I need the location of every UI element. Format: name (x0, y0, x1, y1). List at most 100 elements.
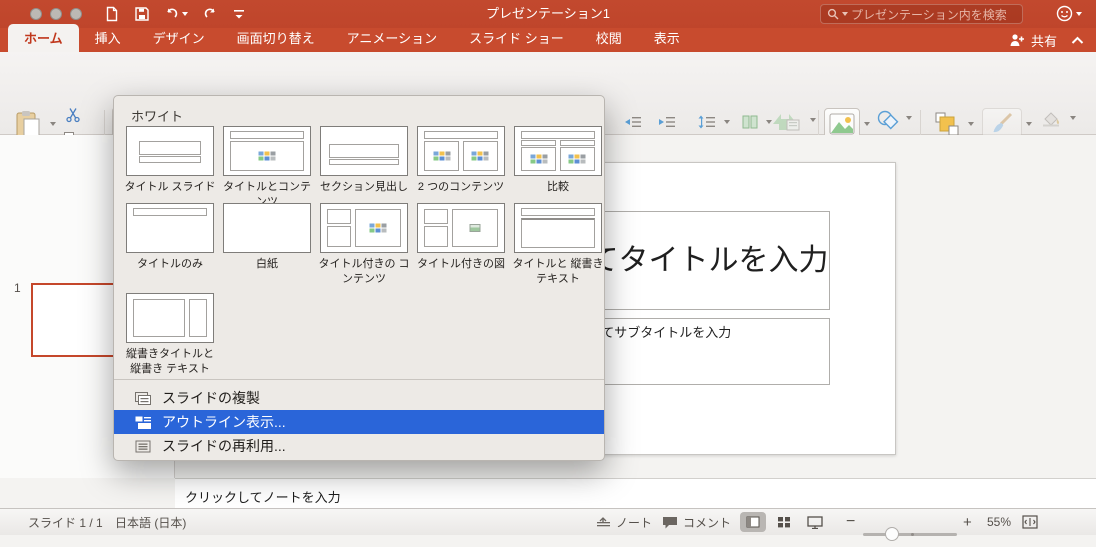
share-label: 共有 (1030, 33, 1057, 49)
menu-item-duplicate-slide[interactable]: スライドの複製 (114, 386, 604, 410)
fill-bucket-icon (1043, 112, 1059, 127)
picture-placeholder-icon (469, 223, 481, 232)
tab-label: 表示 (653, 31, 680, 46)
paste-dropdown-arrow[interactable] (50, 122, 56, 126)
quick-styles-brush-icon (993, 112, 1013, 133)
slideshow-view-button[interactable] (802, 512, 828, 532)
search-scope-arrow[interactable] (842, 12, 848, 16)
scissors-icon (66, 108, 80, 123)
save-icon[interactable] (134, 6, 150, 22)
columns-button[interactable] (736, 110, 764, 134)
zoom-out-button[interactable]: − (846, 509, 855, 535)
arrange-dropdown-arrow[interactable] (968, 122, 974, 126)
zoom-window-button[interactable] (70, 8, 82, 20)
notes-placeholder: クリックしてノートを入力 (185, 490, 341, 505)
menu-item-reuse-slides[interactable]: スライドの再利用... (114, 434, 604, 458)
collapse-ribbon-icon[interactable] (1071, 36, 1084, 45)
layout-label: 比較 (547, 181, 569, 193)
tab-transitions[interactable]: 画面切り替え (221, 24, 331, 52)
layout-option-blank[interactable]: 白紙 (219, 203, 315, 272)
status-bar: スライド 1 / 1 日本語 (日本) ノート コメント − + 55% (0, 508, 1096, 541)
tab-home[interactable]: ホーム (8, 24, 79, 52)
zoom-level[interactable]: 55% (987, 509, 1011, 535)
layout-option-title-and-content[interactable]: タイトルとコンテンツ (219, 126, 315, 210)
outline-view-icon (135, 416, 151, 429)
shape-fill-dropdown-arrow[interactable] (1070, 116, 1076, 120)
shapes-button[interactable] (872, 107, 904, 133)
zoom-in-button[interactable]: + (963, 509, 972, 535)
layout-preview (223, 203, 311, 253)
notes-toggle[interactable]: ノート (596, 509, 652, 535)
increase-indent-button[interactable] (652, 110, 682, 134)
layout-label: タイトル付きの図 (417, 258, 505, 270)
layout-label: タイトル スライド (124, 181, 216, 193)
line-spacing-icon (698, 115, 715, 129)
notes-pane[interactable]: クリックしてノートを入力 (175, 478, 1096, 508)
layout-option-content-with-caption[interactable]: タイトル付きの コンテンツ (316, 203, 412, 287)
content-placeholder-icons (433, 151, 451, 161)
search-field[interactable]: プレゼンテーション内を検索 (820, 4, 1023, 24)
decrease-indent-icon (625, 117, 641, 127)
layout-option-two-content[interactable]: 2 つのコンテンツ (413, 126, 509, 195)
normal-view-button[interactable] (740, 512, 766, 532)
layout-option-picture-with-caption[interactable]: タイトル付きの図 (413, 203, 509, 272)
tab-insert[interactable]: 挿入 (79, 24, 137, 52)
undo-dropdown-arrow[interactable] (182, 12, 188, 16)
smartart-icon (773, 114, 800, 131)
slide-sorter-view-button[interactable] (771, 512, 797, 532)
tab-label: スライド ショー (469, 31, 564, 46)
zoom-slider[interactable] (863, 526, 957, 541)
layout-option-section-header[interactable]: セクション見出し (316, 126, 412, 195)
layout-preview (320, 203, 408, 253)
share-button[interactable]: 共有 (1009, 31, 1057, 50)
layout-option-title-vertical-text[interactable]: タイトルと 縦書きテキスト (510, 203, 606, 287)
tab-view[interactable]: 表示 (638, 24, 696, 52)
tab-design[interactable]: デザイン (137, 24, 221, 52)
tab-label: 挿入 (94, 31, 121, 46)
shapes-dropdown-arrow[interactable] (906, 116, 912, 120)
menu-item-label: スライドの再利用... (162, 438, 286, 454)
new-file-icon[interactable] (104, 6, 120, 22)
tab-label: ホーム (24, 31, 63, 46)
increase-indent-icon (659, 117, 675, 127)
fit-slide-button[interactable] (1022, 509, 1038, 535)
layout-label: 縦書きタイトルと縦書き テキスト (126, 348, 214, 375)
undo-button[interactable] (164, 6, 188, 22)
layout-preview (126, 293, 214, 343)
columns-icon (742, 115, 758, 129)
comments-toggle[interactable]: コメント (662, 509, 731, 535)
cut-button[interactable] (60, 105, 86, 125)
layout-option-title-slide[interactable]: タイトル スライド (122, 126, 218, 195)
layout-option-vertical-title-text[interactable]: 縦書きタイトルと縦書き テキスト (122, 293, 218, 377)
slideshow-icon (807, 515, 823, 529)
shape-fill-button[interactable] (1036, 108, 1066, 130)
quick-styles-dropdown-arrow[interactable] (1026, 122, 1032, 126)
grid-view-icon (778, 517, 790, 528)
tab-animations[interactable]: アニメーション (331, 24, 453, 52)
feedback-dropdown-arrow (1076, 11, 1082, 16)
layout-option-title-only[interactable]: タイトルのみ (122, 203, 218, 272)
picture-dropdown-arrow[interactable] (864, 122, 870, 126)
menu-item-outline-view[interactable]: アウトライン表示... (114, 410, 604, 434)
zoom-slider-knob[interactable] (885, 526, 899, 541)
customize-toolbar-button[interactable] (232, 7, 246, 21)
smartart-dropdown-arrow[interactable] (810, 118, 816, 122)
layout-label: タイトル付きの コンテンツ (318, 258, 410, 285)
line-spacing-dropdown-arrow[interactable] (724, 120, 730, 124)
convert-to-smartart-button[interactable] (766, 107, 806, 135)
powerpoint-window: プレゼンテーション1 プレゼンテーション内を検索 ホーム 挿入 デザイン 画面切り替え… (0, 0, 1096, 541)
redo-button[interactable] (202, 6, 218, 22)
minimize-window-button[interactable] (50, 8, 62, 20)
theme-section-header: ホワイト (131, 109, 184, 124)
language-indicator[interactable]: 日本語 (日本) (115, 509, 186, 535)
tab-review[interactable]: 校閲 (580, 24, 638, 52)
decrease-indent-button[interactable] (618, 110, 648, 134)
slide-counter: スライド 1 / 1 (28, 515, 103, 530)
close-window-button[interactable] (30, 8, 42, 20)
layout-option-comparison[interactable]: 比較 (510, 126, 606, 195)
feedback-button[interactable] (1056, 5, 1082, 22)
picture-icon (829, 113, 855, 135)
line-spacing-button[interactable] (692, 110, 722, 134)
tab-slideshow[interactable]: スライド ショー (453, 24, 580, 52)
search-icon (827, 8, 839, 20)
